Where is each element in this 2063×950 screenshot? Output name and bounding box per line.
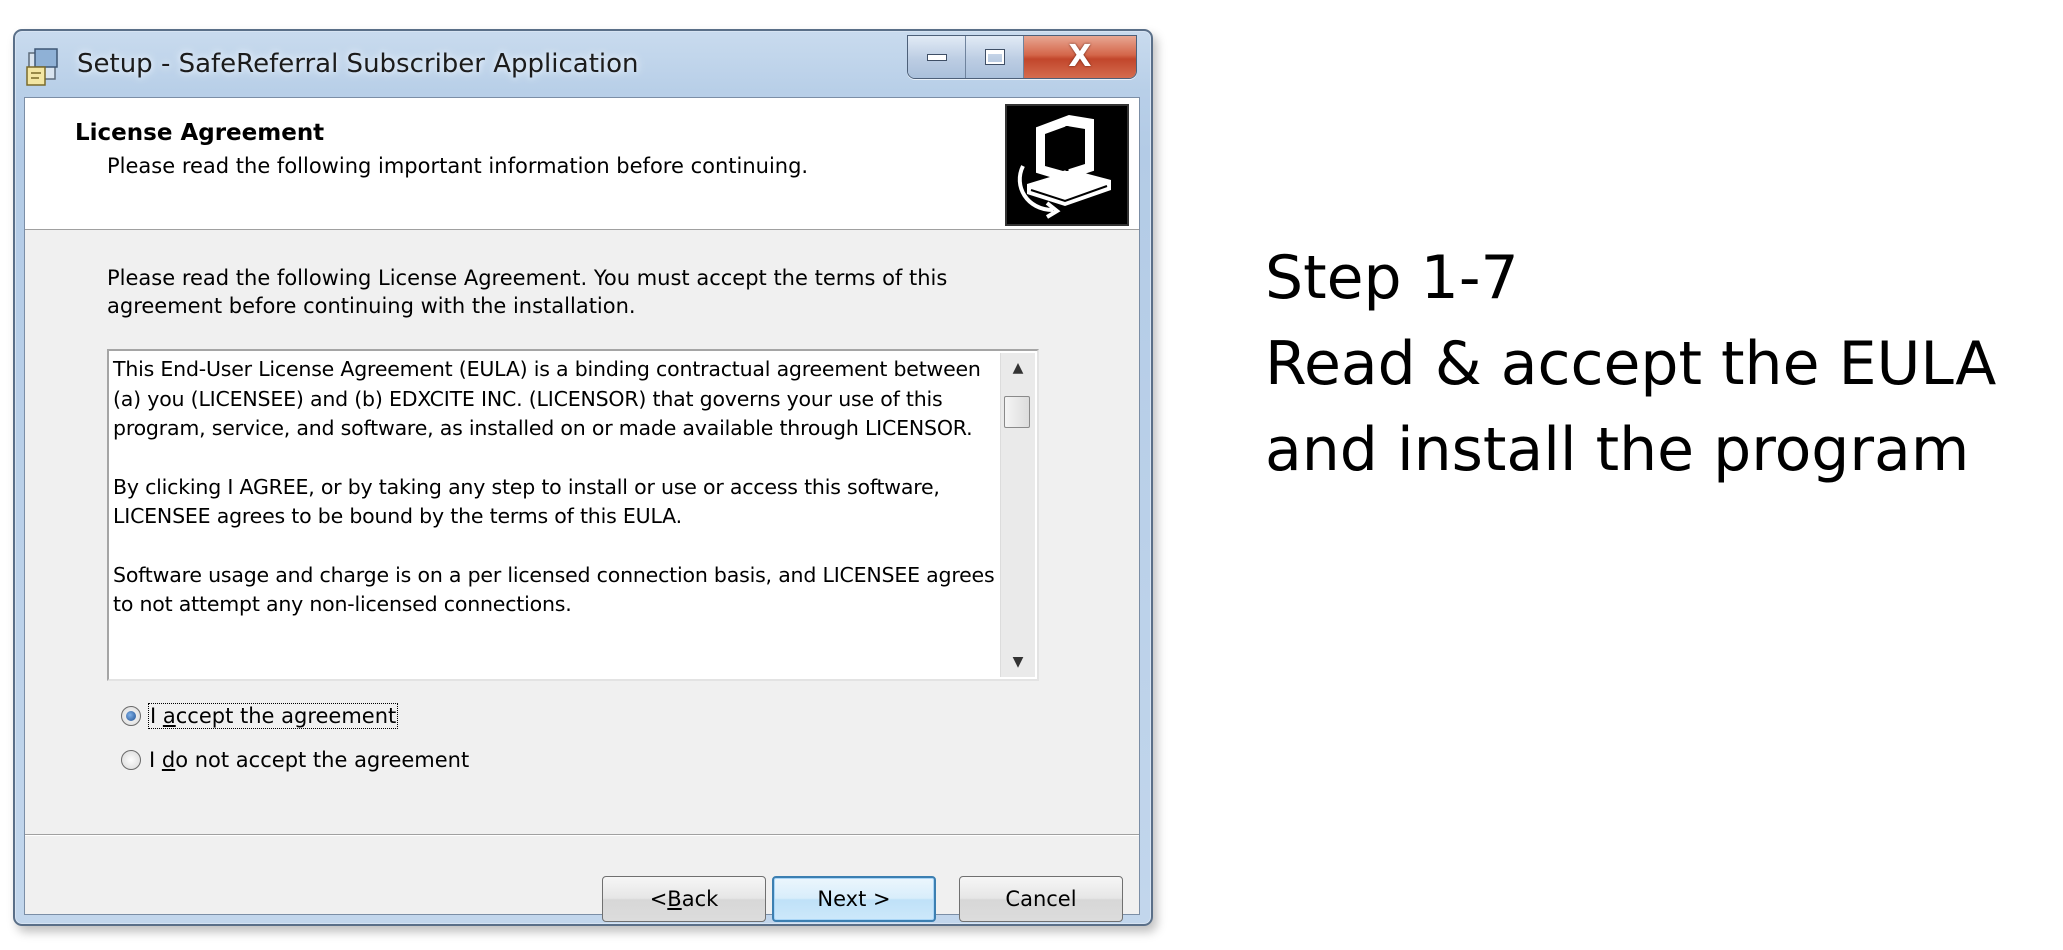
radio-selected-dot bbox=[126, 711, 136, 721]
intro-line: agreement before continuing with the ins… bbox=[107, 294, 636, 318]
license-text-box[interactable]: This End-User License Agreement (EULA) i… bbox=[107, 349, 1039, 681]
window-title: Setup - SafeReferral Subscriber Applicat… bbox=[77, 49, 639, 79]
minimize-button[interactable] bbox=[908, 36, 966, 78]
intro-text: Please read the following License Agreem… bbox=[107, 264, 1007, 320]
maximize-icon bbox=[984, 49, 1005, 65]
license-paragraph: This End-User License Agreement (EULA) i… bbox=[113, 357, 981, 440]
license-paragraph: Software usage and charge is on a per li… bbox=[113, 562, 995, 617]
back-button[interactable]: < Back bbox=[602, 876, 766, 922]
caption-instruction-line: Read & accept the EULA bbox=[1265, 329, 1997, 399]
title-bar[interactable]: Setup - SafeReferral Subscriber Applicat… bbox=[15, 31, 1151, 97]
caption-step-number: Step 1-7 bbox=[1265, 243, 1519, 313]
minimize-icon bbox=[926, 53, 947, 61]
close-icon: X bbox=[1068, 39, 1092, 74]
page-title: License Agreement bbox=[75, 120, 325, 146]
decline-radio-button[interactable] bbox=[121, 750, 141, 770]
caption-buttons: X bbox=[907, 35, 1137, 79]
decline-radio-option[interactable]: I do not accept the agreement bbox=[121, 748, 469, 772]
button-area-separator bbox=[25, 834, 1139, 836]
wizard-header: License Agreement Please read the follow… bbox=[25, 98, 1139, 230]
accept-radio-button[interactable] bbox=[121, 706, 141, 726]
scroll-thumb[interactable] bbox=[1004, 396, 1030, 428]
wizard-client-area: License Agreement Please read the follow… bbox=[24, 97, 1140, 922]
scroll-up-button[interactable]: ▲ bbox=[1001, 353, 1035, 383]
cancel-button[interactable]: Cancel bbox=[959, 876, 1123, 922]
page-subtitle: Please read the following important info… bbox=[107, 154, 809, 178]
installer-computer-icon bbox=[1005, 104, 1129, 226]
vertical-scrollbar[interactable]: ▲ ▼ bbox=[1000, 353, 1035, 677]
license-paragraph: By clicking I AGREE, or by taking any st… bbox=[113, 474, 940, 529]
step-caption: Step 1-7 Read & accept the EULA and inst… bbox=[1265, 235, 2045, 493]
setup-app-icon bbox=[26, 48, 58, 86]
decline-radio-label[interactable]: I do not accept the agreement bbox=[149, 748, 469, 772]
scroll-down-arrow-icon: ▼ bbox=[1012, 654, 1024, 670]
next-button[interactable]: Next > bbox=[772, 876, 936, 922]
scroll-up-arrow-icon: ▲ bbox=[1012, 360, 1024, 376]
intro-line: Please read the following License Agreem… bbox=[107, 266, 948, 290]
accept-radio-option[interactable]: I accept the agreement bbox=[121, 703, 399, 729]
close-button[interactable]: X bbox=[1024, 36, 1136, 78]
setup-window: Setup - SafeReferral Subscriber Applicat… bbox=[13, 29, 1153, 926]
license-text: This End-User License Agreement (EULA) i… bbox=[113, 355, 1003, 649]
caption-instruction-line: and install the program bbox=[1265, 415, 1970, 485]
scroll-down-button[interactable]: ▼ bbox=[1001, 647, 1035, 677]
maximize-button[interactable] bbox=[966, 36, 1024, 78]
accept-radio-label[interactable]: I accept the agreement bbox=[147, 703, 399, 729]
